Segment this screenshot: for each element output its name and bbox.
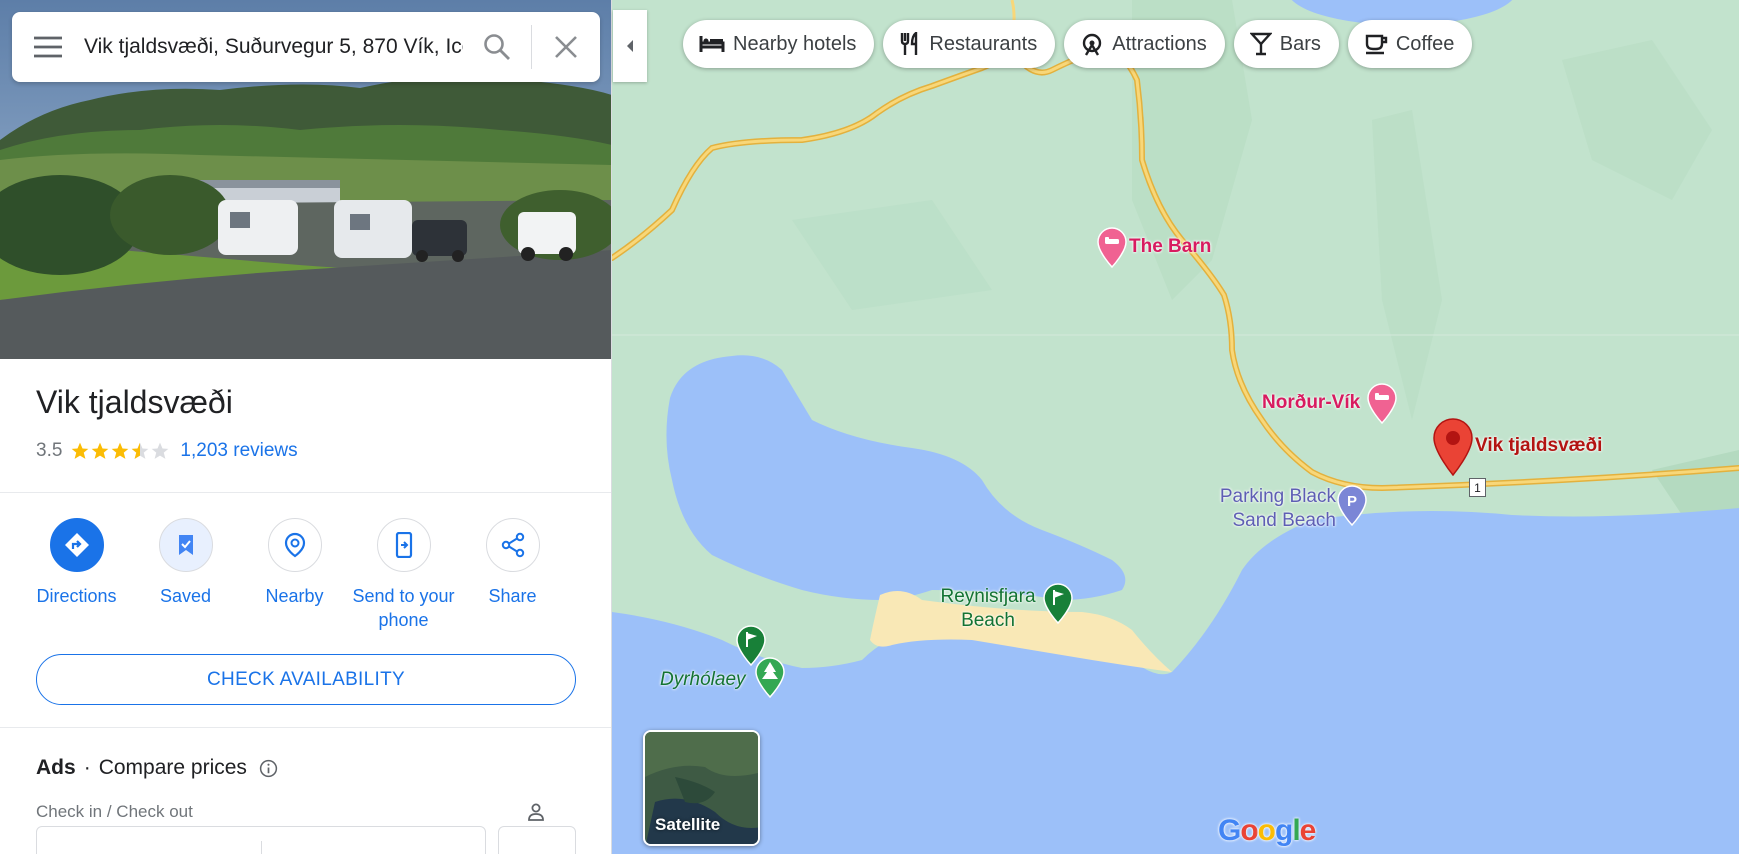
label-vik-tjaldsvaedi[interactable]: Vik tjaldsvæði xyxy=(1475,435,1602,457)
ads-label: Ads xyxy=(36,756,76,779)
ads-separator: · xyxy=(83,756,91,779)
clear-search-button[interactable] xyxy=(532,12,600,82)
category-chips: Nearby hotels Restaurants Attractions Ba… xyxy=(683,20,1481,68)
google-logo: Google xyxy=(1218,814,1316,847)
nearby-circle xyxy=(267,518,322,572)
chip-label: Coffee xyxy=(1395,32,1455,55)
selected-place-pin[interactable] xyxy=(1432,418,1474,481)
divider xyxy=(0,727,611,728)
star-icon xyxy=(72,442,89,459)
nearby-button[interactable]: Nearby xyxy=(240,518,349,632)
guests-field[interactable] xyxy=(498,826,576,854)
reviews-link[interactable]: 1,203 reviews xyxy=(180,440,297,462)
action-buttons: Directions Saved Nearby Send to your pho… xyxy=(22,518,567,632)
svg-text:P: P xyxy=(1347,493,1357,510)
hamburger-icon xyxy=(34,36,62,58)
directions-circle xyxy=(49,518,104,572)
star-icon xyxy=(92,442,109,459)
label-reynisfjara-beach[interactable]: Reynisfjara Beach xyxy=(932,585,1044,633)
satellite-label: Satellite xyxy=(655,815,721,834)
chevron-left-icon xyxy=(627,40,633,52)
chip-nearby-hotels[interactable]: Nearby hotels xyxy=(683,20,875,68)
star-icon xyxy=(112,442,129,459)
place-title: Vik tjaldsvæði xyxy=(36,384,233,420)
info-button[interactable] xyxy=(259,759,278,778)
search-input[interactable] xyxy=(84,27,463,67)
rating-row: 3.5 1,203 reviews xyxy=(36,440,298,462)
rating-value: 3.5 xyxy=(36,440,63,461)
search-icon xyxy=(484,34,510,60)
close-icon xyxy=(555,36,577,58)
action-label: Send to your phone xyxy=(352,586,455,630)
action-label: Share xyxy=(488,586,537,606)
bookmark-icon xyxy=(178,535,193,555)
share-circle xyxy=(485,518,540,572)
half-star-icon xyxy=(132,442,149,459)
bed-icon xyxy=(699,36,725,52)
share-button[interactable]: Share xyxy=(458,518,567,632)
date-divider xyxy=(261,841,262,854)
ads-heading: Ads · Compare prices xyxy=(36,756,278,780)
check-availability-button[interactable]: CHECK AVAILABILITY xyxy=(36,654,576,705)
hotel-pin-nordur-vik[interactable] xyxy=(1366,382,1398,429)
chip-label: Attractions xyxy=(1112,32,1207,55)
check-in-out-field[interactable] xyxy=(36,826,486,854)
saved-button[interactable]: Saved xyxy=(131,518,240,632)
hotel-pin-the-barn[interactable] xyxy=(1096,226,1128,273)
directions-button[interactable]: Directions xyxy=(22,518,131,632)
coffee-icon xyxy=(1365,34,1388,55)
chip-label: Restaurants xyxy=(929,32,1038,55)
divider xyxy=(0,492,611,493)
share-icon xyxy=(501,532,524,558)
park-pin-reynisfjara[interactable] xyxy=(1042,582,1074,629)
bar-icon xyxy=(1249,32,1272,56)
chip-coffee[interactable]: Coffee xyxy=(1347,20,1473,68)
empty-star-icon xyxy=(152,442,169,459)
label-nordur-vik[interactable]: Norður-Vík xyxy=(1262,392,1360,414)
info-icon xyxy=(259,759,278,777)
chip-restaurants[interactable]: Restaurants xyxy=(883,20,1056,68)
menu-button[interactable] xyxy=(12,12,84,82)
send-to-phone-button[interactable]: Send to your phone xyxy=(349,518,458,632)
action-label: Saved xyxy=(159,586,212,606)
attraction-icon xyxy=(1083,33,1102,56)
directions-icon xyxy=(64,533,89,557)
compare-prices-title: Compare prices xyxy=(98,756,247,779)
label-parking-black-sand-beach[interactable]: Parking Black Sand Beach xyxy=(1198,485,1336,533)
parking-pin[interactable]: P xyxy=(1336,484,1368,531)
search-box xyxy=(12,12,600,82)
phone-icon xyxy=(395,532,412,558)
park-pin-dyrholaey-tree[interactable] xyxy=(754,656,786,703)
route-shield: 1 xyxy=(1469,478,1486,497)
chip-attractions[interactable]: Attractions xyxy=(1064,20,1225,68)
action-label: Nearby xyxy=(265,586,324,606)
send-to-phone-circle xyxy=(376,518,431,572)
search-button[interactable] xyxy=(463,12,531,82)
place-panel: Vik tjaldsvæði 3.5 1,203 reviews Directi… xyxy=(0,0,612,854)
label-dyrholaey[interactable]: Dyrhólaey xyxy=(660,669,746,691)
person-icon xyxy=(526,802,546,827)
label-the-barn[interactable]: The Barn xyxy=(1129,236,1211,258)
chip-label: Bars xyxy=(1279,32,1321,55)
nearby-icon xyxy=(284,532,305,558)
chip-bars[interactable]: Bars xyxy=(1233,20,1339,68)
check-in-out-label: Check in / Check out xyxy=(36,802,193,821)
satellite-layer-toggle[interactable]: Satellite xyxy=(643,730,760,846)
restaurant-icon xyxy=(901,32,918,55)
action-label: Directions xyxy=(36,586,117,606)
star-rating xyxy=(70,441,170,461)
chip-label: Nearby hotels xyxy=(733,32,857,55)
collapse-panel-button[interactable] xyxy=(613,10,647,82)
map-canvas[interactable] xyxy=(612,0,1739,854)
saved-circle xyxy=(158,518,213,572)
map-graphic xyxy=(612,0,1739,854)
